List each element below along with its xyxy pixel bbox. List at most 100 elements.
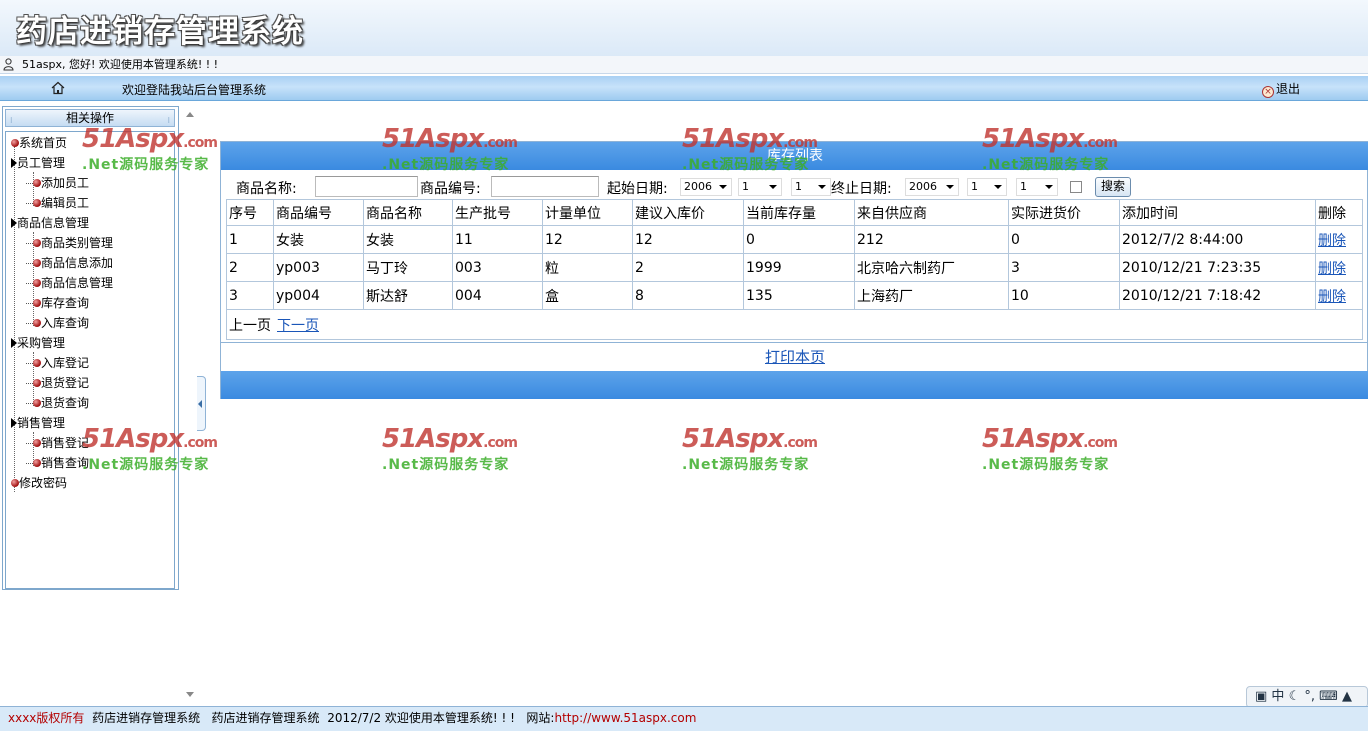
sidebar-collapse-handle[interactable] (197, 376, 206, 431)
end-day-select[interactable]: 1 (1016, 178, 1058, 196)
footer-system-name: 药店进销存管理系统 (92, 711, 201, 725)
start-year-select[interactable]: 2006 (680, 178, 732, 196)
pager-row: 上一页 下一页 (226, 309, 1363, 340)
footer-system-name: 药店进销存管理系统 (211, 711, 320, 725)
sidebar-item-goods-manage[interactable]: 商品信息管理 (26, 276, 113, 290)
bullet-icon (33, 279, 41, 287)
start-month-select[interactable]: 1 (738, 178, 782, 196)
ime-toolbar[interactable]: ▣ 中 ☾ °, ⌨ ▲ (1246, 686, 1368, 708)
table-cell: 2012/7/2 8:44:00 (1119, 225, 1316, 254)
column-header: 计量单位 (542, 199, 633, 226)
table-header-row: 序号 商品编号 商品名称 生产批号 计量单位 建议入库价 当前库存量 来自供应商… (226, 199, 1363, 226)
sidebar-item-category[interactable]: 商品类别管理 (26, 236, 113, 250)
end-year-select[interactable]: 2006 (905, 178, 959, 196)
welcome-strip: 51aspx, 您好! 欢迎使用本管理系统! ! ! (0, 56, 1368, 74)
column-header: 商品名称 (363, 199, 453, 226)
table-cell: 删除 (1315, 281, 1363, 310)
home-icon[interactable] (50, 81, 66, 95)
delete-link[interactable]: 删除 (1318, 261, 1346, 277)
column-header: 删除 (1315, 199, 1363, 226)
chevron-down-icon (818, 185, 826, 189)
bullet-icon (33, 399, 41, 407)
chevron-down-icon (719, 185, 727, 189)
nav-bar: 欢迎登陆我站后台管理系统 × 退出 (0, 76, 1368, 101)
footer-welcome: 2012/7/2 欢迎使用本管理系统! ! ! (327, 711, 515, 725)
code-input[interactable] (491, 176, 599, 197)
watermark: 51Aspx.com .Net源码服务专家 (682, 424, 818, 473)
sidebar-item-add-staff[interactable]: 添加员工 (26, 176, 89, 190)
table-cell: 2010/12/21 7:23:35 (1119, 253, 1316, 282)
bullet-icon (33, 359, 41, 367)
table-cell: 3 (1008, 253, 1120, 282)
bullet-icon (33, 259, 41, 267)
table-cell: 1 (226, 225, 274, 254)
logout-button[interactable]: × 退出 (1262, 80, 1300, 98)
footer-site-label: 网站: (526, 711, 555, 725)
user-icon (3, 58, 14, 71)
column-header: 来自供应商 (854, 199, 1009, 226)
table-cell: 2010/12/21 7:18:42 (1119, 281, 1316, 310)
bullet-icon (33, 459, 41, 467)
grip-icon: ⁝ (10, 116, 13, 125)
bullet-icon (11, 479, 19, 487)
sidebar-item-change-password[interactable]: 修改密码 (11, 476, 67, 490)
bullet-icon (33, 379, 41, 387)
print-row: 打印本页 (221, 342, 1368, 370)
sidebar-group-staff[interactable]: 员工管理 (11, 156, 65, 170)
table-cell: 135 (743, 281, 855, 310)
filter-checkbox[interactable] (1070, 181, 1082, 193)
sidebar-item-return-register[interactable]: 退货登记 (26, 376, 89, 390)
sidebar-header[interactable]: ⁝ 相关操作 ⁝ (5, 109, 175, 127)
sidebar: ⁝ 相关操作 ⁝ 系统首页 员工管理 添加员工 编辑员工 商品信息管理 商品类别… (2, 106, 179, 590)
bullet-icon (33, 439, 41, 447)
sidebar-item-sales-query[interactable]: 销售查询 (26, 456, 89, 470)
table-cell: 粒 (542, 253, 633, 282)
sidebar-item-home[interactable]: 系统首页 (11, 136, 67, 150)
sidebar-item-edit-staff[interactable]: 编辑员工 (26, 196, 89, 210)
chevron-left-icon (198, 400, 202, 408)
search-form: 商品名称: 商品编号: 起始日期: 2006 1 1 终止日期: 2006 1 … (221, 176, 1368, 198)
delete-link[interactable]: 删除 (1318, 233, 1346, 249)
scroll-up-icon[interactable] (186, 112, 194, 117)
sidebar-item-sales-register[interactable]: 销售登记 (26, 436, 89, 450)
delete-link[interactable]: 删除 (1318, 289, 1346, 305)
table-row: 2 yp003 马丁玲 003 粒 2 1999 北京哈六制药厂 3 2010/… (226, 253, 1363, 282)
sidebar-item-return-query[interactable]: 退货查询 (26, 396, 89, 410)
next-page-link[interactable]: 下一页 (277, 318, 319, 334)
table-cell: yp003 (273, 253, 364, 282)
column-header: 生产批号 (452, 199, 543, 226)
column-header: 当前库存量 (743, 199, 855, 226)
sidebar-item-inbound-register[interactable]: 入库登记 (26, 356, 89, 370)
name-input[interactable] (315, 176, 418, 197)
table-cell: 0 (743, 225, 855, 254)
scroll-down-icon[interactable] (186, 692, 194, 697)
grip-icon: ⁝ (167, 116, 170, 125)
print-page-link[interactable]: 打印本页 (765, 348, 825, 366)
footer: xxxx版权所有 药店进销存管理系统 药店进销存管理系统 2012/7/2 欢迎… (0, 706, 1368, 731)
sidebar-item-goods-add[interactable]: 商品信息添加 (26, 256, 113, 270)
watermark: 51Aspx.com .Net源码服务专家 (382, 424, 518, 473)
table-cell: 8 (632, 281, 744, 310)
table-cell: 删除 (1315, 253, 1363, 282)
start-day-select[interactable]: 1 (791, 178, 831, 196)
bullet-icon (11, 139, 19, 147)
table-cell: 盒 (542, 281, 633, 310)
footer-site-link[interactable]: http://www.51aspx.com (554, 711, 696, 725)
table-row: 1 女装 女装 11 12 12 0 212 0 2012/7/2 8:44:0… (226, 225, 1363, 254)
page: 药店进销存管理系统 51aspx, 您好! 欢迎使用本管理系统! ! ! 欢迎登… (0, 0, 1368, 731)
code-label: 商品编号: (420, 181, 481, 197)
sidebar-header-label: 相关操作 (65, 111, 114, 125)
column-header: 实际进货价 (1008, 199, 1120, 226)
watermark: 51Aspx.com .Net源码服务专家 (982, 424, 1118, 473)
sidebar-group-goods[interactable]: 商品信息管理 (11, 216, 89, 230)
sidebar-scrollbar[interactable] (184, 106, 196, 702)
stock-list-panel: 库存列表 商品名称: 商品编号: 起始日期: 2006 1 1 终止日期: 20… (220, 141, 1368, 399)
sidebar-item-inbound-query[interactable]: 入库查询 (26, 316, 89, 330)
search-button[interactable]: 搜索 (1095, 177, 1131, 197)
sidebar-group-sales[interactable]: 销售管理 (11, 416, 65, 430)
sidebar-group-purchase[interactable]: 采购管理 (11, 336, 65, 350)
end-month-select[interactable]: 1 (967, 178, 1007, 196)
table-cell: 12 (632, 225, 744, 254)
table-row: 3 yp004 斯达舒 004 盒 8 135 上海药厂 10 2010/12/… (226, 281, 1363, 310)
sidebar-item-stock-query[interactable]: 库存查询 (26, 296, 89, 310)
